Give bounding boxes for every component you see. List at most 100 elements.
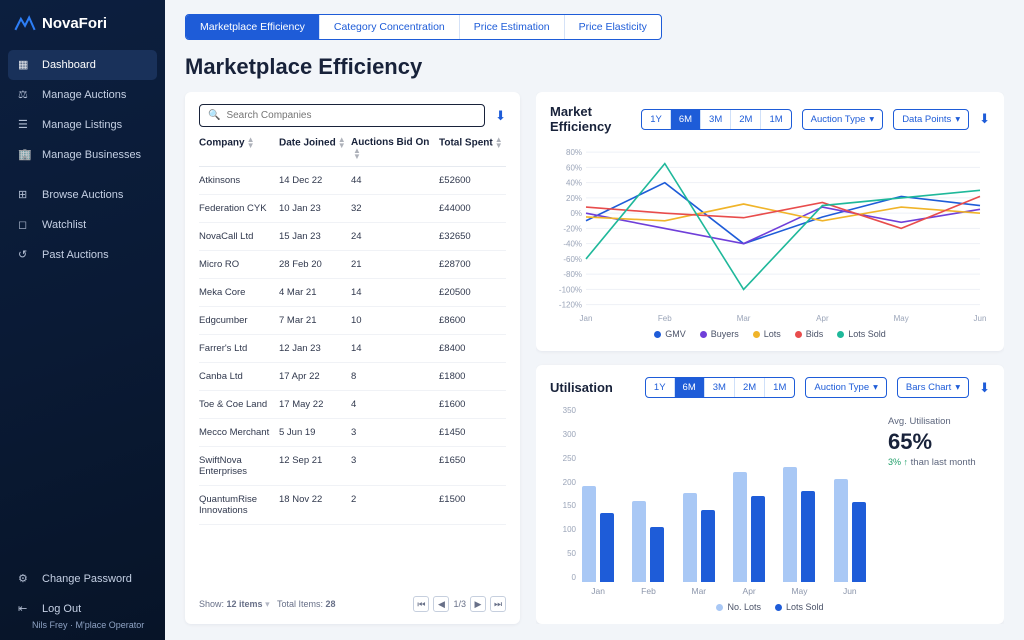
tab-marketplace-efficiency[interactable]: Marketplace Efficiency — [186, 15, 320, 39]
bar-group: May — [781, 462, 817, 596]
tab-category-concentration[interactable]: Category Concentration — [320, 15, 460, 39]
table-row[interactable]: Farrer's Ltd12 Jan 2314£8400 — [199, 335, 506, 363]
gear-icon: ⚙ — [18, 572, 32, 586]
range-6M[interactable]: 6M — [675, 378, 705, 397]
utilisation-chart-type-dd[interactable]: Bars Chart▾ — [897, 377, 969, 398]
pager-last[interactable]: ⏭ — [490, 596, 506, 612]
svg-text:0%: 0% — [570, 209, 582, 218]
sidebar-item-label: Change Password — [42, 573, 132, 585]
market-efficiency-card: Market Efficiency 1Y6M3M2M1M Auction Typ… — [536, 92, 1004, 351]
legend-lots-sold: Lots Sold — [837, 329, 886, 339]
table-row[interactable]: Atkinsons14 Dec 2244£52600 — [199, 167, 506, 195]
kpi-value: 65% — [888, 429, 990, 455]
table-row[interactable]: Toe & Coe Land17 May 224£1600 — [199, 391, 506, 419]
listings-icon: ☰ — [18, 118, 32, 132]
legend-lots-sold: Lots Sold — [775, 602, 824, 612]
bar — [632, 501, 646, 582]
bar — [650, 527, 664, 582]
pager: ⏮ ◀ 1/3 ▶ ⏭ — [413, 596, 506, 612]
range-6M[interactable]: 6M — [671, 110, 701, 129]
efficiency-legend: GMVBuyersLotsBidsLots Sold — [550, 329, 990, 339]
pager-next[interactable]: ▶ — [470, 596, 486, 612]
utilisation-auction-type-dd[interactable]: Auction Type▾ — [805, 377, 887, 398]
range-1M[interactable]: 1M — [761, 110, 790, 129]
bar-group: Apr — [731, 462, 767, 596]
bar — [582, 486, 596, 582]
table-row[interactable]: NovaCall Ltd15 Jan 2324£32650 — [199, 223, 506, 251]
range-1Y[interactable]: 1Y — [642, 110, 671, 129]
sidebar-item-label: Past Auctions — [42, 249, 109, 261]
col-date[interactable]: Date Joined — [279, 138, 336, 149]
business-icon: 🏢 — [18, 148, 32, 162]
bar — [783, 467, 797, 582]
bar-group: Feb — [630, 462, 666, 596]
table-row[interactable]: Canba Ltd17 Apr 228£1800 — [199, 363, 506, 391]
chevron-down-icon: ▾ — [873, 382, 878, 393]
bar-group: Jun — [832, 462, 868, 596]
total-value: 28 — [325, 599, 335, 609]
tab-price-elasticity[interactable]: Price Elasticity — [565, 15, 661, 39]
table-footer: Show: 12 items ▾ Total Items: 28 ⏮ ◀ 1/3… — [199, 588, 506, 612]
brand-name: NovaFori — [42, 15, 107, 32]
svg-text:Jun: Jun — [974, 314, 987, 323]
sidebar-item-manage-auctions[interactable]: ⚖Manage Auctions — [8, 80, 157, 110]
sidebar-item-past-auctions[interactable]: ↺ Past Auctions — [8, 240, 157, 270]
table-row[interactable]: Edgcumber7 Mar 2110£8600 — [199, 307, 506, 335]
tab-price-estimation[interactable]: Price Estimation — [460, 15, 565, 39]
range-3M[interactable]: 3M — [705, 378, 735, 397]
pager-first[interactable]: ⏮ — [413, 596, 429, 612]
table-row[interactable]: Mecco Merchant5 Jun 193£1450 — [199, 419, 506, 447]
sidebar-item-manage-listings[interactable]: ☰ Manage Listings — [8, 110, 157, 140]
legend-lots: Lots — [753, 329, 781, 339]
bar-group: Jan — [580, 462, 616, 596]
sidebar-item-watchlist[interactable]: ◻Watchlist — [8, 210, 157, 240]
efficiency-auction-type-dd[interactable]: Auction Type▾ — [802, 109, 884, 130]
svg-text:May: May — [894, 314, 909, 323]
sidebar-item-browse-auctions[interactable]: ⊞Browse Auctions — [8, 180, 157, 210]
search-input-wrap[interactable]: 🔍 — [199, 104, 485, 127]
past-icon: ↺ — [18, 248, 32, 262]
legend-bids: Bids — [795, 329, 824, 339]
sidebar-item-label: Manage Listings — [42, 119, 122, 131]
range-2M[interactable]: 2M — [731, 110, 761, 129]
range-3M[interactable]: 3M — [701, 110, 731, 129]
bar — [733, 472, 747, 582]
pager-prev[interactable]: ◀ — [433, 596, 449, 612]
brand-logo: NovaFori — [0, 0, 165, 50]
chevron-down-icon: ▾ — [955, 382, 960, 393]
efficiency-data-points-dd[interactable]: Data Points▾ — [893, 109, 969, 130]
col-spent[interactable]: Total Spent — [439, 138, 493, 149]
range-1Y[interactable]: 1Y — [646, 378, 675, 397]
table-row[interactable]: Micro RO28 Feb 2021£28700 — [199, 251, 506, 279]
svg-text:-80%: -80% — [563, 270, 582, 279]
range-2M[interactable]: 2M — [735, 378, 765, 397]
sidebar-item-label: Watchlist — [42, 219, 86, 231]
bar — [751, 496, 765, 582]
download-icon[interactable]: ⬇ — [495, 108, 506, 124]
search-icon: 🔍 — [208, 110, 220, 121]
download-icon[interactable]: ⬇ — [979, 380, 990, 396]
utilisation-range: 1Y6M3M2M1M — [645, 377, 795, 398]
svg-text:80%: 80% — [566, 148, 582, 157]
col-bids[interactable]: Auctions Bid On — [351, 137, 429, 148]
sidebar-item-dashboard[interactable]: ▦Dashboard — [8, 50, 157, 80]
bar — [834, 479, 848, 582]
table-row[interactable]: Federation CYK10 Jan 2332£44000 — [199, 195, 506, 223]
sidebar-item-change-password[interactable]: ⚙ Change Password — [8, 564, 157, 594]
svg-text:Mar: Mar — [737, 314, 751, 323]
bar — [701, 510, 715, 582]
download-icon[interactable]: ⬇ — [979, 111, 990, 127]
range-1M[interactable]: 1M — [765, 378, 794, 397]
svg-text:Apr: Apr — [816, 314, 829, 323]
main: Marketplace EfficiencyCategory Concentra… — [165, 0, 1024, 640]
show-value[interactable]: 12 items — [227, 599, 263, 609]
table-row[interactable]: SwiftNova Enterprises12 Sep 213£1650 — [199, 447, 506, 486]
sidebar-item-manage-businesses[interactable]: 🏢Manage Businesses — [8, 140, 157, 170]
table-row[interactable]: QuantumRise Innovations18 Nov 222£1500 — [199, 486, 506, 525]
search-input[interactable] — [226, 110, 476, 121]
table-row[interactable]: Meka Core4 Mar 2114£20500 — [199, 279, 506, 307]
svg-text:20%: 20% — [566, 194, 582, 203]
line-chart: -120%-100%-80%-60%-40%-20%0%20%40%60%80%… — [550, 142, 990, 325]
col-company[interactable]: Company — [199, 138, 245, 149]
page-tabs: Marketplace EfficiencyCategory Concentra… — [185, 14, 662, 40]
